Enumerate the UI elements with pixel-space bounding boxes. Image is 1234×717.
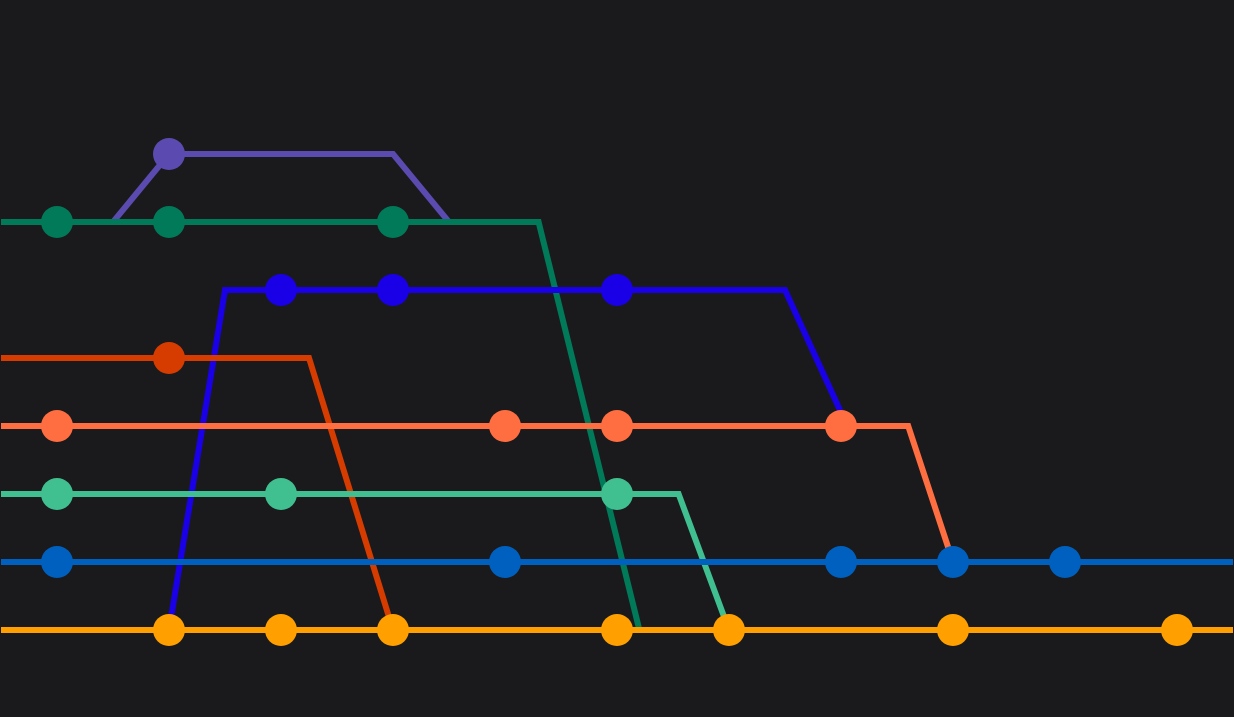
commit-node[interactable] <box>153 614 185 646</box>
commit-node[interactable] <box>601 478 633 510</box>
commit-graph <box>0 0 1234 717</box>
branch-line-blue <box>166 287 844 631</box>
commit-node[interactable] <box>489 410 521 442</box>
commit-node[interactable] <box>265 614 297 646</box>
commit-node[interactable] <box>489 546 521 578</box>
commit-node[interactable] <box>265 274 297 306</box>
commit-node[interactable] <box>153 138 185 170</box>
commit-node[interactable] <box>265 478 297 510</box>
commit-node[interactable] <box>41 546 73 578</box>
commit-node[interactable] <box>825 546 857 578</box>
commit-node[interactable] <box>377 614 409 646</box>
commit-node[interactable] <box>713 614 745 646</box>
commit-node[interactable] <box>41 206 73 238</box>
commit-nodes-layer <box>41 138 1193 646</box>
commit-node[interactable] <box>41 410 73 442</box>
commit-node[interactable] <box>601 274 633 306</box>
commit-node[interactable] <box>153 206 185 238</box>
commit-node[interactable] <box>377 274 409 306</box>
commit-graph-svg <box>1 138 1233 646</box>
branch-lines-layer <box>1 151 1233 633</box>
commit-node[interactable] <box>377 206 409 238</box>
commit-node[interactable] <box>41 478 73 510</box>
commit-node[interactable] <box>825 410 857 442</box>
commit-node[interactable] <box>153 342 185 374</box>
commit-node[interactable] <box>601 614 633 646</box>
commit-node[interactable] <box>937 546 969 578</box>
commit-node[interactable] <box>1049 546 1081 578</box>
commit-node[interactable] <box>1161 614 1193 646</box>
commit-node[interactable] <box>601 410 633 442</box>
commit-node[interactable] <box>937 614 969 646</box>
